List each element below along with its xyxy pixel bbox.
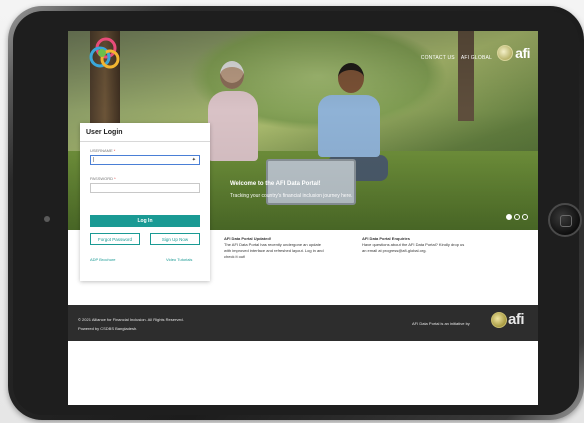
footer-afi-logo[interactable]: afi (490, 311, 525, 328)
key-icon: ✦ (191, 157, 196, 163)
nav-contact-us[interactable]: CONTACT US (421, 55, 455, 61)
portal-logo-icon (89, 37, 120, 69)
footer-copyright: © 2021 Alliance for Financial Inclusion.… (78, 317, 184, 322)
update-line: check it out! (224, 254, 246, 259)
welcome-tagline: Tracking your country's financial inclus… (230, 193, 353, 199)
footer: © 2021 Alliance for Financial Inclusion.… (68, 305, 538, 341)
divider (80, 141, 210, 142)
footer-powered-by: Powered by CSDBS Bangladesh. (78, 326, 138, 331)
enquiry-notice: AFI Data Portal Enquiries Have questions… (362, 236, 464, 254)
brochure-link[interactable]: ADP Brochure (90, 257, 116, 262)
update-notice: AFI Data Portal Updated! The AFI Data Po… (224, 236, 324, 260)
login-card: User Login USERNAME * | ✦ PASSWORD * Log… (80, 123, 210, 281)
welcome-heading: Welcome to the AFI Data Portal! (230, 181, 321, 187)
globe-icon (497, 45, 514, 61)
globe-icon (490, 311, 507, 328)
login-button[interactable]: Log In (90, 215, 200, 227)
login-title: User Login (86, 129, 123, 136)
username-label: USERNAME * (90, 148, 116, 153)
carousel-dot[interactable] (522, 214, 528, 220)
page: CONTACT US AFI GLOBAL afi Welcome to the… (0, 0, 584, 423)
sign-up-button[interactable]: Sign Up Now (150, 233, 200, 245)
enquiry-line: an email at progress@afi-global.org. (362, 248, 427, 253)
username-field[interactable]: | ✦ (90, 155, 200, 165)
tutorials-link[interactable]: Video Tutorials (166, 257, 192, 262)
footer-initiative: AFI Data Portal is an initiative by (412, 321, 470, 326)
forgot-password-button[interactable]: Forgot Password (90, 233, 140, 245)
camera-icon (44, 216, 50, 222)
afi-logo[interactable]: afi (497, 45, 530, 61)
password-label: PASSWORD * (90, 176, 116, 181)
password-field[interactable] (90, 183, 200, 193)
carousel-dots (506, 214, 528, 220)
hero-caption: Welcome to the AFI Data Portal! Tracking… (230, 181, 353, 199)
carousel-dot[interactable] (514, 214, 520, 220)
afi-logo-text: afi (507, 311, 525, 328)
carousel-dot[interactable] (506, 214, 512, 220)
portal-logo[interactable] (80, 35, 120, 71)
home-button[interactable] (548, 203, 582, 237)
nav-afi-global[interactable]: AFI GLOBAL (461, 55, 492, 61)
afi-logo-text: afi (515, 45, 530, 61)
top-nav: CONTACT US AFI GLOBAL (421, 55, 492, 61)
screen: CONTACT US AFI GLOBAL afi Welcome to the… (68, 31, 538, 405)
